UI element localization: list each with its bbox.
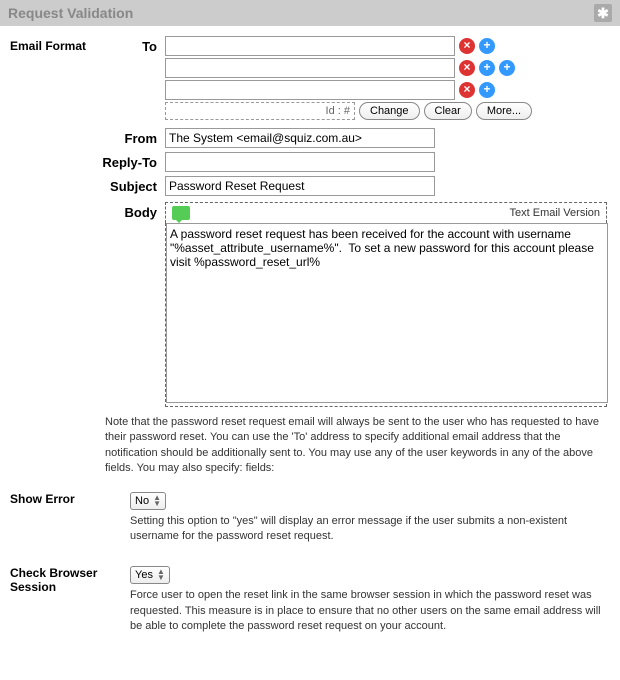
check-browser-value: Yes [135, 569, 153, 581]
to-input-0[interactable] [165, 36, 455, 56]
show-error-select[interactable]: No ▲▼ [130, 492, 166, 510]
check-browser-label: Check Browser Session [10, 566, 130, 646]
from-label: From [100, 128, 165, 148]
show-error-value: No [135, 495, 149, 507]
body-textarea[interactable] [166, 223, 608, 403]
select-arrows-icon: ▲▼ [153, 495, 161, 507]
text-email-version-link[interactable]: Text Email Version [510, 207, 600, 219]
remove-icon[interactable]: × [459, 60, 475, 76]
from-input[interactable] [165, 128, 435, 148]
show-error-help: Setting this option to "yes" will displa… [130, 514, 610, 545]
add-icon[interactable]: + [479, 82, 495, 98]
add-icon[interactable]: + [479, 38, 495, 54]
select-arrows-icon: ▲▼ [157, 569, 165, 581]
email-format-note: Note that the password reset request ema… [105, 415, 610, 477]
body-toolbar: Text Email Version [165, 202, 607, 223]
subject-label: Subject [100, 176, 165, 196]
remove-icon[interactable]: × [459, 82, 475, 98]
body-label: Body [100, 202, 165, 407]
check-browser-select[interactable]: Yes ▲▼ [130, 566, 170, 584]
change-button[interactable]: Change [359, 102, 420, 120]
check-browser-help: Force user to open the reset link in the… [130, 588, 610, 634]
show-error-label: Show Error [10, 492, 130, 557]
more-button[interactable]: More... [476, 102, 532, 120]
add-extra-icon[interactable]: + [499, 60, 515, 76]
to-input-1[interactable] [165, 58, 455, 78]
email-format-label: Email Format [10, 36, 100, 120]
asset-id-box[interactable]: Id : # [165, 102, 355, 120]
add-icon[interactable]: + [479, 60, 495, 76]
subject-input[interactable] [165, 176, 435, 196]
favorite-icon[interactable]: ✱ [594, 4, 612, 22]
remove-icon[interactable]: × [459, 38, 475, 54]
keyword-icon[interactable] [172, 206, 190, 220]
section-title: Request Validation [8, 5, 133, 21]
reply-to-input[interactable] [165, 152, 435, 172]
reply-to-label: Reply-To [100, 152, 165, 172]
clear-button[interactable]: Clear [424, 102, 472, 120]
to-label: To [100, 36, 165, 120]
section-header: Request Validation ✱ [0, 0, 620, 26]
to-input-2[interactable] [165, 80, 455, 100]
